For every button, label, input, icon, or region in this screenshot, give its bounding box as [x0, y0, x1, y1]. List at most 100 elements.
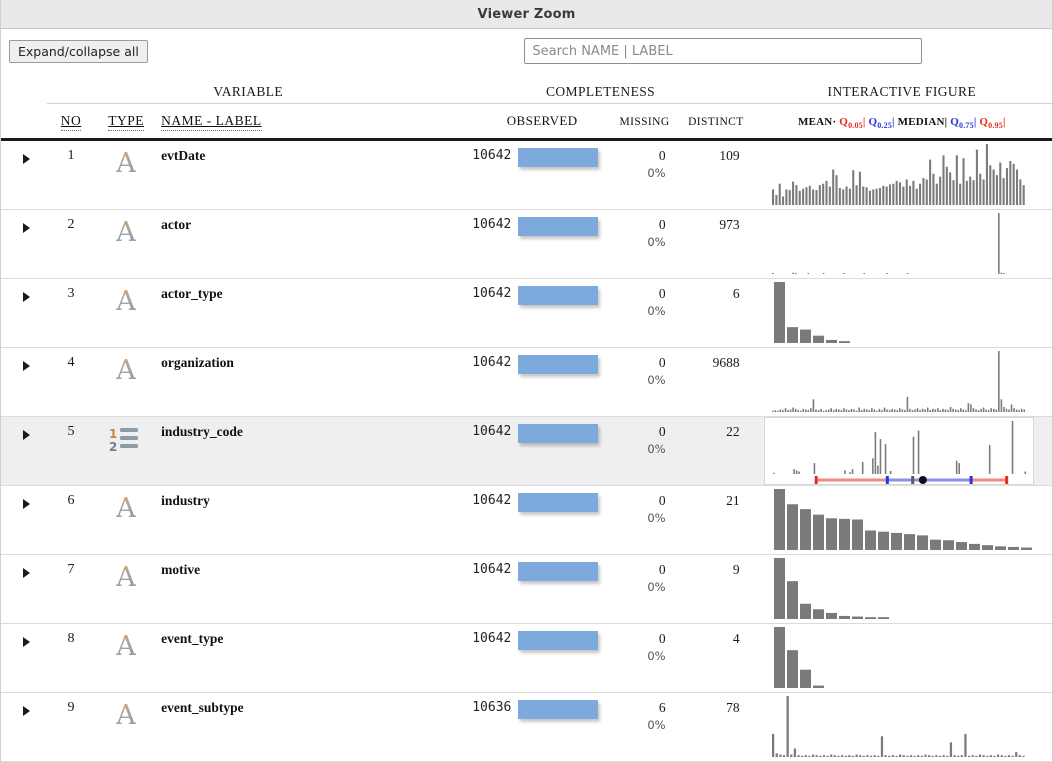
interactive-figure[interactable]: [764, 624, 1034, 692]
expand-triangle-icon[interactable]: [23, 154, 30, 164]
row-type-cell: A: [95, 209, 158, 279]
table-row[interactable]: 8 A event_type 10642 0 0% 4: [1, 623, 1052, 693]
search-input[interactable]: [524, 38, 923, 64]
row-figure-cell[interactable]: [751, 692, 1052, 762]
row-type-cell: A: [95, 278, 158, 348]
row-name-cell[interactable]: evtDate: [157, 139, 450, 210]
row-name-cell[interactable]: event_subtype: [157, 692, 450, 762]
expand-triangle-icon[interactable]: [23, 223, 30, 233]
group-header-row: VARIABLE COMPLETENESS INTERACTIVE FIGURE: [1, 73, 1052, 104]
table-body: 1 A evtDate 10642 0 0% 109 2 A actor 106…: [1, 139, 1052, 762]
group-header-interactive-figure: INTERACTIVE FIGURE: [751, 73, 1052, 104]
row-expand-cell[interactable]: [1, 554, 48, 624]
row-expand-cell[interactable]: [1, 416, 48, 486]
row-missing-cell: 0 0%: [599, 139, 678, 210]
table-row[interactable]: 5 1 2 industry_code 10642 0 0% 22: [1, 416, 1052, 486]
interactive-figure[interactable]: [763, 417, 1034, 485]
expand-triangle-icon[interactable]: [23, 430, 30, 440]
row-missing-cell: 0 0%: [599, 623, 678, 693]
expand-triangle-icon[interactable]: [23, 292, 30, 302]
interactive-figure[interactable]: [764, 210, 1034, 278]
row-name-cell[interactable]: industry: [157, 485, 450, 555]
expand-triangle-icon[interactable]: [23, 637, 30, 647]
row-figure-cell[interactable]: [751, 554, 1052, 624]
row-distinct-cell: 21: [677, 485, 752, 555]
row-no-cell: 1: [47, 139, 96, 210]
missing-value: 0: [658, 148, 666, 163]
window-title: Viewer Zoom: [477, 6, 576, 22]
row-name-cell[interactable]: actor_type: [157, 278, 450, 348]
row-expand-cell[interactable]: [1, 347, 48, 417]
completeness-bar: [518, 286, 599, 305]
interactive-figure[interactable]: [764, 348, 1034, 416]
row-missing-cell: 0 0%: [599, 278, 678, 348]
distinct-value: 21: [726, 493, 740, 508]
row-type-cell: A: [95, 623, 158, 693]
column-header-observed: OBSERVED: [506, 113, 578, 128]
table-row[interactable]: 4 A organization 10642 0 0% 9688: [1, 347, 1052, 417]
interactive-figure[interactable]: [764, 555, 1034, 623]
legend-sep-3: |: [944, 115, 948, 128]
expand-triangle-icon[interactable]: [23, 361, 30, 371]
row-expand-cell[interactable]: [1, 209, 48, 279]
row-expand-cell[interactable]: [1, 692, 48, 762]
legend-sep-2: |: [892, 115, 895, 128]
row-missing-cell: 0 0%: [599, 347, 678, 417]
row-figure-cell[interactable]: [751, 485, 1052, 555]
table-row[interactable]: 7 A motive 10642 0 0% 9: [1, 554, 1052, 624]
observed-value: 10642: [472, 286, 512, 301]
row-name-cell[interactable]: motive: [157, 554, 450, 624]
row-type-cell: 1 2: [95, 416, 158, 486]
missing-percent: 0%: [647, 442, 666, 456]
row-expand-cell[interactable]: [1, 139, 48, 210]
interactive-figure[interactable]: [764, 141, 1034, 209]
row-expand-cell[interactable]: [1, 485, 48, 555]
text-type-icon: A: [110, 559, 142, 596]
legend-q75: Q0.75: [950, 115, 974, 131]
row-figure-cell[interactable]: [751, 347, 1052, 417]
table-row[interactable]: 2 A actor 10642 0 0% 973: [1, 209, 1052, 279]
missing-percent: 0%: [647, 580, 666, 594]
expand-triangle-icon[interactable]: [23, 568, 30, 578]
table-row[interactable]: 6 A industry 10642 0 0% 21: [1, 485, 1052, 555]
interactive-figure[interactable]: [764, 279, 1034, 347]
row-distinct-cell: 973: [677, 209, 752, 279]
column-header-row: NO TYPE NAME - LABEL OBSERVED MISSING DI…: [1, 104, 1052, 139]
row-no-cell: 2: [47, 209, 96, 279]
table-row[interactable]: 1 A evtDate 10642 0 0% 109: [1, 139, 1052, 210]
svg-text:A: A: [115, 493, 136, 522]
row-name-cell[interactable]: actor: [157, 209, 450, 279]
expand-collapse-all-button[interactable]: Expand/collapse all: [9, 39, 148, 63]
row-figure-cell[interactable]: [751, 416, 1052, 486]
column-header-distinct: DISTINCT: [688, 116, 744, 128]
table-row[interactable]: 9 A event_subtype 10636 6 0% 78: [1, 692, 1052, 762]
legend-q05: Q0.05: [839, 115, 863, 131]
row-no-cell: 4: [47, 347, 96, 417]
row-name-cell[interactable]: industry_code: [157, 416, 450, 486]
expand-triangle-icon[interactable]: [23, 706, 30, 716]
row-name-cell[interactable]: organization: [157, 347, 450, 417]
row-figure-cell[interactable]: [751, 209, 1052, 279]
column-header-name-label[interactable]: NAME - LABEL: [157, 104, 449, 139]
row-figure-cell[interactable]: [751, 623, 1052, 693]
row-distinct-cell: 4: [677, 623, 752, 693]
legend-sep-1: |: [862, 115, 866, 128]
expand-triangle-icon[interactable]: [23, 499, 30, 509]
row-observed-cell: 10642: [449, 485, 600, 555]
row-figure-cell[interactable]: [751, 139, 1052, 210]
observed-value: 10642: [472, 148, 512, 163]
column-header-missing: MISSING: [619, 116, 670, 128]
row-expand-cell[interactable]: [1, 623, 48, 693]
row-name-cell[interactable]: event_type: [157, 623, 450, 693]
distinct-value: 78: [726, 700, 740, 715]
completeness-bar: [518, 493, 599, 512]
missing-percent: 0%: [647, 235, 666, 249]
column-header-type[interactable]: TYPE: [95, 104, 157, 139]
interactive-figure[interactable]: [764, 486, 1034, 554]
table-row[interactable]: 3 A actor_type 10642 0 0% 6: [1, 278, 1052, 348]
row-figure-cell[interactable]: [751, 278, 1052, 348]
column-header-no[interactable]: NO: [47, 104, 95, 139]
row-expand-cell[interactable]: [1, 278, 48, 348]
interactive-figure[interactable]: [764, 693, 1034, 761]
column-header-spacer: [1, 104, 47, 139]
